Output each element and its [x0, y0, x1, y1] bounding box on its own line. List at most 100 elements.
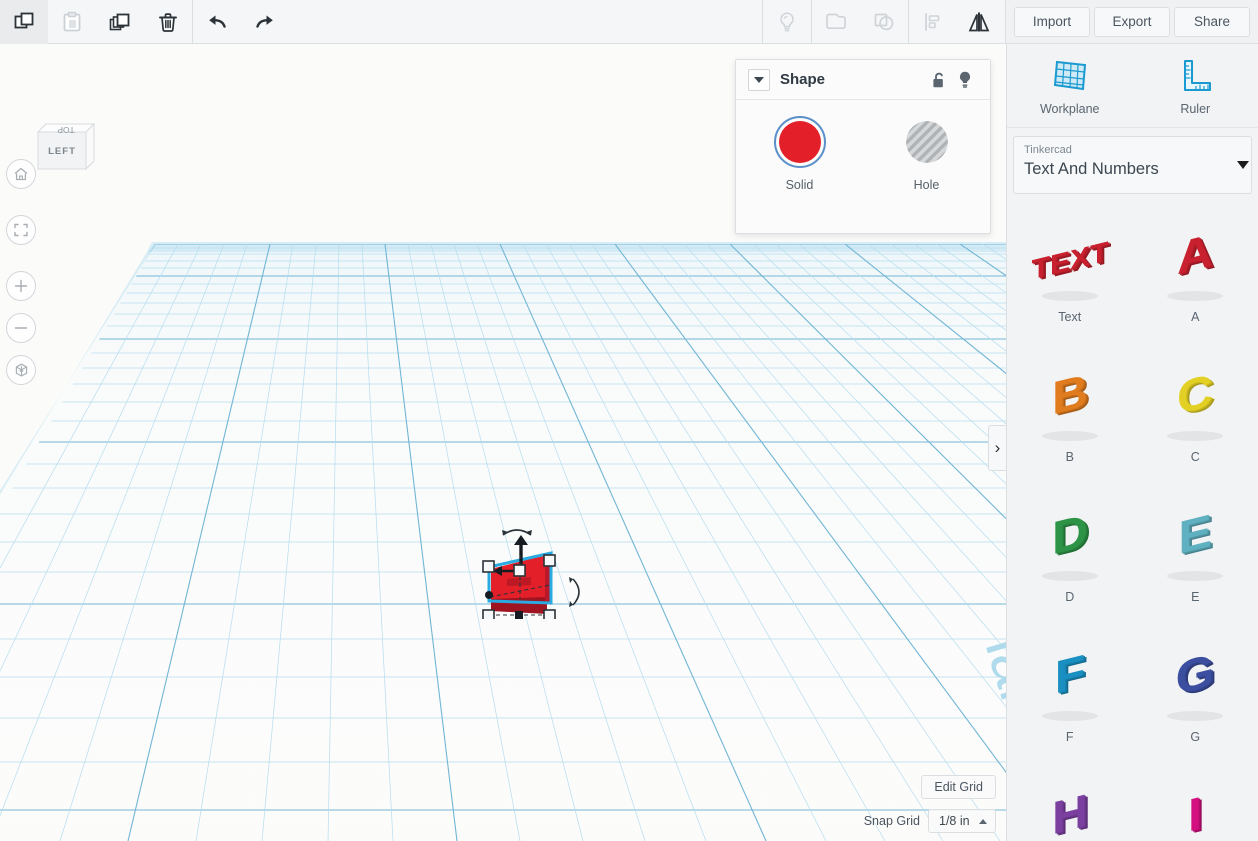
share-button[interactable]: Share [1174, 6, 1250, 37]
export-button[interactable]: Export [1094, 6, 1170, 37]
shape-item-label: Text [1058, 310, 1082, 324]
svg-text:B: B [1052, 366, 1088, 425]
top-toolbar [0, 0, 1006, 44]
snap-grid-select[interactable]: 1/8 in [928, 809, 996, 833]
group-button[interactable] [812, 0, 860, 44]
mirror-button[interactable] [957, 0, 1005, 44]
shape-item-e[interactable]: EEEE [1133, 484, 1258, 624]
svg-text:A: A [1177, 226, 1213, 285]
shape-panel-header: Shape [736, 60, 990, 100]
shape-item-label: C [1190, 450, 1200, 464]
chevron-up-icon [979, 818, 987, 824]
shape-properties-panel: Shape Solid Hole [735, 59, 991, 234]
solid-label: Solid [785, 178, 814, 192]
shape-thumbnail-f: FFF [1022, 644, 1118, 728]
shape-thumbnail-grid: TEXT TEXT TEXT Text A A A A B B B B C C C C D D D D E E E E F F F F… [1007, 194, 1258, 841]
shape-item-label: G [1190, 730, 1201, 744]
shape-item-b[interactable]: BBBB [1007, 344, 1133, 484]
shape-item-label: D [1065, 590, 1075, 604]
plus-icon [14, 279, 28, 293]
ruler-icon [1184, 59, 1212, 91]
shape-item-text[interactable]: TEXT TEXT TEXT Text [1007, 204, 1133, 344]
shape-thumbnail-e: EEE [1147, 504, 1243, 588]
workplane-tool[interactable]: Workplane [1007, 44, 1133, 127]
delete-button[interactable] [144, 0, 192, 44]
fit-view-button[interactable] [6, 215, 36, 245]
shape-item-label: B [1065, 450, 1074, 464]
shape-item-a[interactable]: AAAA [1133, 204, 1258, 344]
redo-button[interactable] [241, 0, 289, 44]
toolbar-group-grouping [812, 0, 908, 44]
shape-hint-button[interactable] [952, 67, 978, 93]
snap-grid-label: Snap Grid [863, 814, 920, 828]
svg-text:C: C [1177, 366, 1213, 425]
duplicate-button[interactable] [96, 0, 144, 44]
hint-button[interactable] [763, 0, 811, 44]
workplane-icon [1053, 60, 1086, 90]
toolbar-group-arrange [909, 0, 1005, 44]
undo-button[interactable] [193, 0, 241, 44]
shape-item-f[interactable]: FFFF [1007, 624, 1133, 764]
group-icon [826, 13, 846, 29]
shape-item-d[interactable]: DDDD [1007, 484, 1133, 624]
view-cube[interactable]: TOP LEFT [24, 114, 100, 190]
shape-thumbnail-text: TEXT TEXT TEXT [1022, 224, 1118, 308]
solid-swatch-ring [773, 116, 826, 168]
align-button[interactable] [909, 0, 957, 44]
duplicate-icon [109, 13, 130, 30]
edit-grid-button[interactable]: Edit Grid [921, 775, 996, 799]
ungroup-button[interactable] [860, 0, 908, 44]
svg-text:D: D [1052, 506, 1088, 565]
shape-option-hole[interactable]: Hole [863, 116, 990, 192]
shape-thumbnail-i: III [1147, 784, 1243, 841]
shape-thumbnail-c: CCC [1147, 364, 1243, 448]
shape-panel-title: Shape [780, 71, 826, 88]
tinkercad-app: Import Export Share lane TOP LEFT › Edit… [0, 0, 1258, 841]
view-cube-top-label: TOP [57, 125, 75, 135]
library-source-label: Tinkercad [1024, 144, 1072, 156]
zoom-out-button[interactable] [6, 313, 36, 343]
paste-icon [63, 11, 81, 31]
shape-type-options: Solid Hole [736, 100, 990, 192]
chevron-down-icon [754, 76, 764, 83]
chevron-down-icon [1237, 161, 1249, 169]
toolbar-group-hint [763, 0, 811, 44]
home-icon [14, 167, 28, 181]
shape-item-g[interactable]: GGGG [1133, 624, 1258, 764]
copy-button[interactable] [0, 0, 48, 44]
import-button[interactable]: Import [1014, 6, 1090, 37]
perspective-toggle-button[interactable] [6, 355, 36, 385]
shape-thumbnail-d: DDD [1022, 504, 1118, 588]
selected-shape-group[interactable] [455, 479, 635, 619]
shape-thumbnail-h: HHH [1022, 784, 1118, 841]
shape-item-i[interactable]: IIII [1133, 764, 1258, 841]
toolbar-group-history [193, 0, 289, 44]
svg-text:I: I [1188, 788, 1202, 841]
shape-item-h[interactable]: HHHH [1007, 764, 1133, 841]
ruler-tool[interactable]: Ruler [1133, 44, 1258, 127]
zoom-in-button[interactable] [6, 271, 36, 301]
shape-item-label: F [1065, 730, 1074, 744]
hole-swatch [905, 121, 948, 163]
library-category-label: Text And Numbers [1024, 160, 1159, 178]
shape-panel-collapse-button[interactable] [748, 68, 770, 91]
shape-lock-button[interactable] [926, 67, 952, 93]
home-view-button[interactable] [6, 159, 36, 189]
shapes-library-panel: Workplane Ruler Tinkercad Text And Numbe… [1006, 44, 1258, 841]
paste-button[interactable] [48, 0, 96, 44]
rotate-handle-right[interactable] [569, 577, 580, 607]
svg-text:H: H [1052, 786, 1088, 841]
fit-to-view-icon [14, 223, 28, 237]
minus-icon [14, 327, 28, 329]
workplane-tool-label: Workplane [1039, 101, 1100, 116]
cube-perspective-icon [15, 363, 27, 377]
shape-library-select[interactable]: Tinkercad Text And Numbers [1013, 136, 1252, 194]
shape-option-solid[interactable]: Solid [736, 116, 863, 192]
shape-item-c[interactable]: CCCC [1133, 344, 1258, 484]
svg-text:E: E [1179, 506, 1212, 564]
collapse-panel-tab[interactable]: › [988, 425, 1006, 471]
trash-icon [159, 12, 177, 32]
shape-item-label: E [1191, 590, 1200, 604]
rotate-handle-top[interactable] [502, 529, 532, 536]
copy-icon [14, 12, 34, 28]
